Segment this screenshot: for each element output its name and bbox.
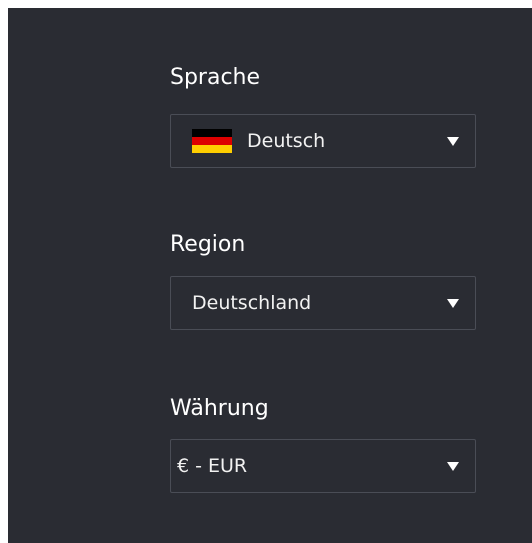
- chevron-down-icon: [447, 462, 459, 471]
- chevron-down-icon: [447, 299, 459, 308]
- currency-select-value: € - EUR: [177, 455, 248, 477]
- language-select-value: Deutsch: [247, 130, 326, 152]
- currency-select[interactable]: € - EUR: [170, 439, 476, 493]
- region-label: Region: [170, 232, 246, 257]
- region-select-value: Deutschland: [192, 292, 312, 314]
- language-select[interactable]: Deutsch: [170, 114, 476, 168]
- german-flag-icon: [192, 129, 232, 153]
- settings-panel: Sprache Deutsch Region Deutschland Währu…: [8, 8, 532, 543]
- chevron-down-icon: [447, 137, 459, 146]
- currency-label: Währung: [170, 396, 269, 421]
- region-select[interactable]: Deutschland: [170, 276, 476, 330]
- language-label: Sprache: [170, 65, 261, 90]
